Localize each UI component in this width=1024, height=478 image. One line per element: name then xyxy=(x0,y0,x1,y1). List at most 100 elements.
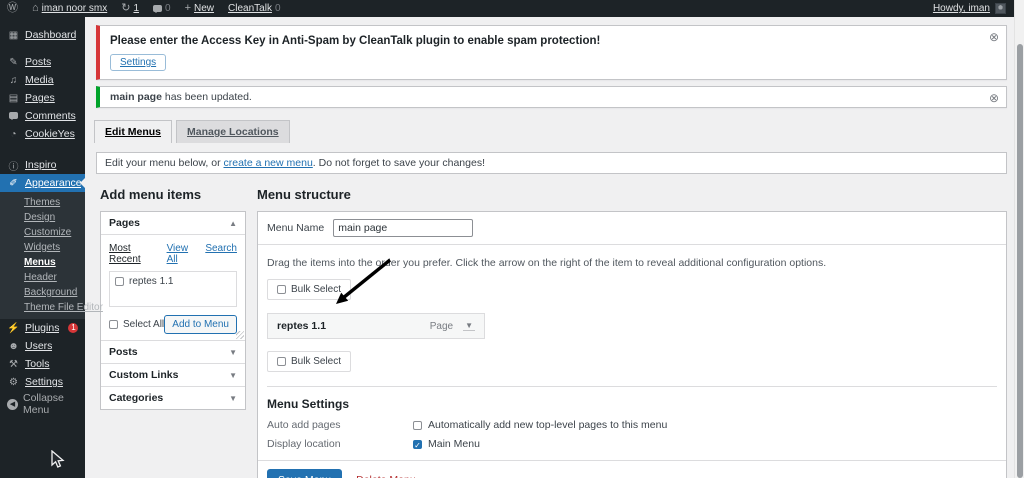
sidebar-label: Inspiro xyxy=(25,159,57,171)
menu-name-row: Menu Name xyxy=(258,212,1006,245)
page-item-checkbox[interactable] xyxy=(115,277,124,286)
accordion-posts-header[interactable]: Posts ▼ xyxy=(101,340,245,363)
bulk-select-top: Bulk Select xyxy=(267,279,352,300)
sidebar-label: Appearance xyxy=(25,177,81,189)
sidebar-label: Comments xyxy=(25,110,76,122)
page-scrollbar-thumb[interactable] xyxy=(1017,44,1023,478)
menu-settings-heading: Menu Settings xyxy=(267,397,350,411)
sidebar-label: Media xyxy=(25,74,54,86)
page-checklist-item: reptes 1.1 xyxy=(115,276,231,287)
instruction-text: Edit your menu below, or xyxy=(105,157,224,169)
sidebar-separator xyxy=(0,44,85,53)
menu-structure-heading: Menu structure xyxy=(257,187,351,202)
sidebar-item-settings[interactable]: ⚙ Settings xyxy=(0,373,85,391)
cleantalk-link[interactable]: CleanTalk 0 xyxy=(221,0,287,17)
howdy-link[interactable]: Howdy, iman xyxy=(933,3,990,14)
cleantalk-count: 0 xyxy=(274,3,281,14)
accordion-categories-header[interactable]: Categories ▼ xyxy=(101,386,245,409)
tab-most-recent[interactable]: Most Recent xyxy=(109,243,159,265)
home-icon: ⌂ xyxy=(32,2,39,14)
inspiro-icon: ⓘ xyxy=(8,161,19,173)
menu-edit-card: Menu Name Drag the items into the order … xyxy=(257,211,1007,478)
submenu-item-customize[interactable]: Customize xyxy=(0,225,85,240)
bulk-select-checkbox[interactable] xyxy=(277,357,286,366)
comments-link[interactable]: 0 xyxy=(146,0,178,17)
submenu-item-themes[interactable]: Themes xyxy=(0,195,85,210)
delete-menu-link[interactable]: Delete Menu xyxy=(356,474,416,478)
new-content-link[interactable]: + New xyxy=(178,0,221,17)
add-to-menu-button[interactable]: Add to Menu xyxy=(164,315,237,334)
dismiss-notice-icon[interactable]: ⊗ xyxy=(989,92,999,104)
bulk-select-checkbox[interactable] xyxy=(277,285,286,294)
submenu-item-design[interactable]: Design xyxy=(0,210,85,225)
sidebar-item-plugins[interactable]: ⚡ Plugins 1 xyxy=(0,319,85,337)
tab-manage-locations[interactable]: Manage Locations xyxy=(176,120,290,143)
bulk-select-bottom: Bulk Select xyxy=(267,351,352,372)
sidebar-item-pages[interactable]: ▤ Pages xyxy=(0,89,85,107)
sidebar-item-appearance[interactable]: ✐ Appearance xyxy=(0,174,85,192)
site-name-link[interactable]: ⌂ iman noor smx xyxy=(25,0,114,17)
main-menu-checkbox[interactable]: ✓ xyxy=(413,439,422,450)
dashboard-icon: ▦ xyxy=(8,29,19,41)
sidebar-item-posts[interactable]: ✎ Posts xyxy=(0,53,85,71)
save-menu-button[interactable]: Save Menu xyxy=(267,469,343,478)
chevron-down-icon: ▼ xyxy=(229,393,237,403)
nav-tab-bar: Edit Menus Manage Locations xyxy=(94,120,1014,143)
wordpress-logo-icon: Ⓦ xyxy=(7,2,18,14)
tab-edit-menus[interactable]: Edit Menus xyxy=(94,120,173,143)
sidebar-item-dashboard[interactable]: ▦ Dashboard xyxy=(0,26,85,44)
sidebar-item-tools[interactable]: ⚒ Tools xyxy=(0,355,85,373)
sidebar-item-users[interactable]: ☻ Users xyxy=(0,337,85,355)
user-avatar[interactable] xyxy=(995,3,1006,14)
submenu-item-theme-file-editor[interactable]: Theme File Editor xyxy=(0,300,103,315)
submenu-label: Theme File Editor xyxy=(24,302,103,313)
sidebar-label: Dashboard xyxy=(25,29,77,41)
tab-view-all[interactable]: View All xyxy=(167,243,198,265)
drag-hint-text: Drag the items into the order you prefer… xyxy=(267,257,827,269)
current-menu-notch xyxy=(75,178,85,188)
collapse-label: Collapse Menu xyxy=(23,392,64,416)
menu-card-body: Drag the items into the order you prefer… xyxy=(258,245,1006,450)
plugins-update-badge: 1 xyxy=(68,323,79,333)
chevron-down-icon: ▼ xyxy=(229,370,237,380)
updates-link[interactable]: ↻ 1 xyxy=(114,0,146,17)
edit-menu-instruction: Edit your menu below, or create a new me… xyxy=(96,152,1007,174)
cleantalk-settings-button[interactable]: Settings xyxy=(110,54,167,71)
chevron-up-icon: ▲ xyxy=(229,218,237,228)
sidebar-label: Users xyxy=(25,340,53,352)
site-name-label: iman noor smx xyxy=(41,3,108,14)
dismiss-notice-icon[interactable]: ⊗ xyxy=(989,31,999,43)
resize-handle[interactable] xyxy=(236,331,244,339)
submenu-item-background[interactable]: Background xyxy=(0,285,85,300)
auto-add-checkbox[interactable] xyxy=(413,420,422,430)
tab-search[interactable]: Search xyxy=(205,243,237,265)
pages-icon: ▤ xyxy=(8,92,19,104)
sidebar-label: Pages xyxy=(25,92,55,104)
menu-structure-column: Menu structure Menu Name Drag the items … xyxy=(257,187,1007,478)
sidebar-item-cookieyes[interactable]: ◔ CookieYes xyxy=(0,125,85,143)
submenu-item-widgets[interactable]: Widgets xyxy=(0,240,85,255)
submenu-item-menus[interactable]: Menus xyxy=(0,255,85,270)
submenu-label: Menus xyxy=(24,257,56,268)
pages-panel-body: Most Recent View All Search reptes 1.1 S… xyxy=(101,234,245,340)
select-all-checkbox[interactable] xyxy=(109,320,118,329)
admin-sidebar: ▦ Dashboard ✎ Posts ♫ Media ▤ Pages Comm… xyxy=(0,17,103,478)
accordion-custom-links-header[interactable]: Custom Links ▼ xyxy=(101,363,245,386)
collapse-arrow-icon: ◀ xyxy=(7,398,18,410)
menu-name-input[interactable] xyxy=(333,219,474,237)
submenu-label: Design xyxy=(24,212,56,223)
create-new-menu-link[interactable]: create a new menu xyxy=(223,157,312,169)
accordion-title: Pages xyxy=(109,217,140,229)
page-scrollbar-track[interactable] xyxy=(1014,0,1024,478)
collapse-menu-button[interactable]: ◀ Collapse Menu xyxy=(0,392,85,416)
wp-logo-menu[interactable]: Ⓦ xyxy=(0,0,25,17)
comment-bubble-icon xyxy=(153,5,163,13)
sidebar-item-inspiro[interactable]: ⓘ Inspiro xyxy=(0,156,85,174)
accordion-pages-header[interactable]: Pages ▲ xyxy=(101,212,245,234)
menu-item-reptes[interactable]: reptes 1.1 Page ▼ xyxy=(267,313,485,339)
item-expand-icon[interactable]: ▼ xyxy=(463,321,475,331)
submenu-item-header[interactable]: Header xyxy=(0,270,85,285)
sidebar-item-media[interactable]: ♫ Media xyxy=(0,71,85,89)
sidebar-item-comments[interactable]: Comments xyxy=(0,107,85,125)
